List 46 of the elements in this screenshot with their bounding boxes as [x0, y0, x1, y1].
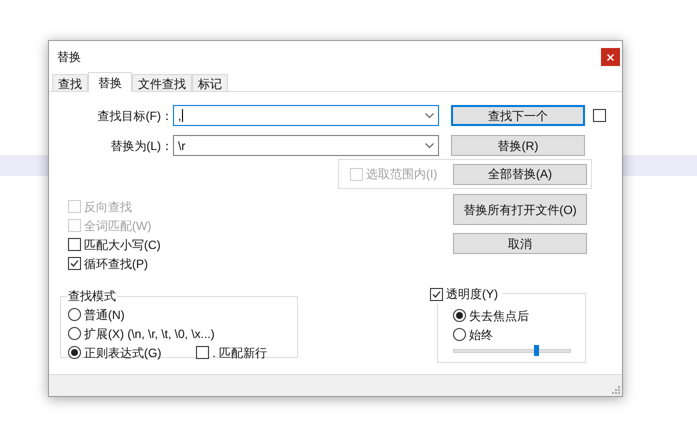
- checkbox[interactable]: [68, 257, 81, 270]
- button[interactable]: 替换所有打开文件(O): [453, 194, 587, 225]
- close-button[interactable]: [601, 48, 620, 66]
- field-label: 查找目标(F)：: [96, 108, 173, 124]
- field-value: ,: [178, 108, 182, 124]
- radio-label: 失去焦点后: [469, 308, 529, 324]
- field-label: 替换为(L)：: [109, 138, 173, 154]
- checkbox-label: 循环查找(P): [84, 256, 148, 272]
- window-title: 替换: [57, 49, 81, 66]
- resize-grip-icon[interactable]: [612, 386, 620, 394]
- button[interactable]: 查找下一个: [451, 105, 585, 126]
- checkbox[interactable]: [430, 288, 443, 300]
- combo-box[interactable]: \r: [173, 135, 439, 156]
- checkbox[interactable]: [593, 109, 606, 122]
- radio-button[interactable]: [68, 308, 81, 321]
- checkbox-label: 匹配大小写(C): [84, 236, 161, 254]
- radio-button[interactable]: [453, 328, 466, 341]
- button[interactable]: 取消: [453, 233, 587, 254]
- checkbox-label: 反向查找: [84, 198, 132, 216]
- radio-button[interactable]: [453, 309, 466, 322]
- chevron-down-icon: [425, 143, 434, 148]
- tab[interactable]: 替换: [88, 72, 132, 92]
- checkbox-label: 选取范围内(I): [366, 166, 438, 183]
- radio-button[interactable]: [68, 346, 81, 359]
- radio-label: 始终: [469, 326, 493, 344]
- checkbox-label: 透明度(Y): [446, 286, 498, 303]
- close-icon: [607, 54, 614, 60]
- tab[interactable]: 文件查找: [132, 74, 192, 92]
- checkbox[interactable]: [68, 238, 81, 251]
- radio-label: 正则表达式(G): [84, 344, 162, 362]
- slider-thumb[interactable]: [534, 345, 540, 356]
- field-value: \r: [178, 138, 186, 154]
- combo-box[interactable]: ,: [173, 105, 439, 126]
- tab[interactable]: 标记: [192, 74, 228, 92]
- button[interactable]: 替换(R): [451, 135, 585, 156]
- text-cursor: [182, 109, 184, 122]
- radio-label: 扩展(X) (\n, \r, \t, \0, \x...): [84, 326, 215, 342]
- checkbox-label: 全词匹配(W): [84, 218, 152, 234]
- group-title: 查找模式: [67, 288, 117, 305]
- radio-label: 普通(N): [84, 306, 125, 324]
- button[interactable]: 全部替换(A): [453, 164, 587, 184]
- checkbox[interactable]: [196, 346, 210, 359]
- radio-button[interactable]: [68, 327, 81, 340]
- checkbox-label: . 匹配新行: [212, 344, 267, 362]
- chevron-down-icon: [425, 113, 434, 118]
- tab[interactable]: 查找: [52, 74, 88, 92]
